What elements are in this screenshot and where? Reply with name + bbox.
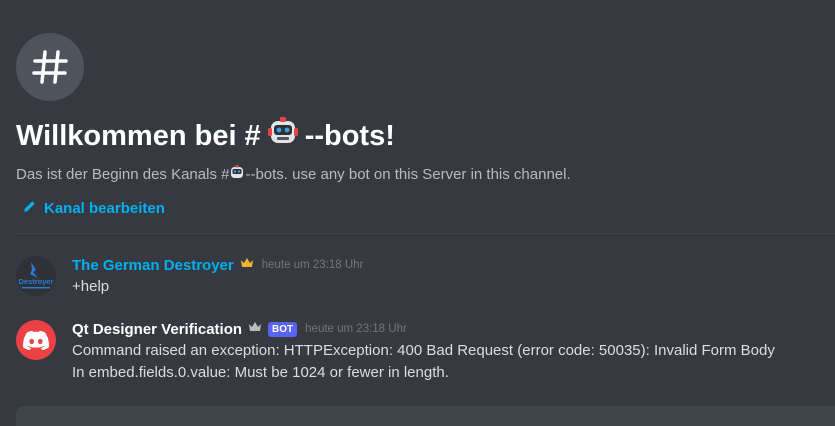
timestamp[interactable]: heute um 23:18 Uhr [262,259,364,271]
avatar[interactable]: Destroyer [16,256,56,296]
message-content: +help [72,278,110,295]
avatar-wordmark: Destroyer [18,277,53,286]
welcome-divider [16,233,835,234]
discord-logo-icon [23,330,49,350]
robot-emoji-icon [267,115,299,156]
edit-channel-label: Kanal bearbeiten [44,200,165,217]
crown-icon [248,320,262,338]
avatar[interactable] [16,320,56,360]
channel-description: Das ist der Beginn des Kanals # --bots. … [16,164,835,184]
description-suffix: --bots. use any bot on this Server in th… [245,165,571,183]
username[interactable]: Qt Designer Verification [72,321,242,338]
welcome-title-suffix: --bots! [304,119,395,152]
crown-icon [240,256,254,274]
robot-emoji-small-icon [229,164,245,184]
message-input-bar[interactable] [16,406,835,426]
edit-channel-link[interactable]: Kanal bearbeiten [23,200,165,217]
channel-welcome: Willkommen bei # --bots! Das ist der Beg… [16,33,835,218]
bot-badge: BOT [268,321,298,337]
message-content-line: In embed.fields.0.value: Must be 1024 or… [72,364,449,381]
channel-hash-icon [16,33,84,101]
description-prefix: Das ist der Beginn des Kanals # [16,165,230,183]
welcome-title-prefix: Willkommen bei # [16,119,261,152]
welcome-title: Willkommen bei # --bots! [16,115,835,156]
username[interactable]: The German Destroyer [72,257,234,274]
timestamp[interactable]: heute um 23:18 Uhr [305,323,407,335]
message-content-line: Command raised an exception: HTTPExcepti… [72,342,775,359]
pencil-icon [23,200,36,217]
